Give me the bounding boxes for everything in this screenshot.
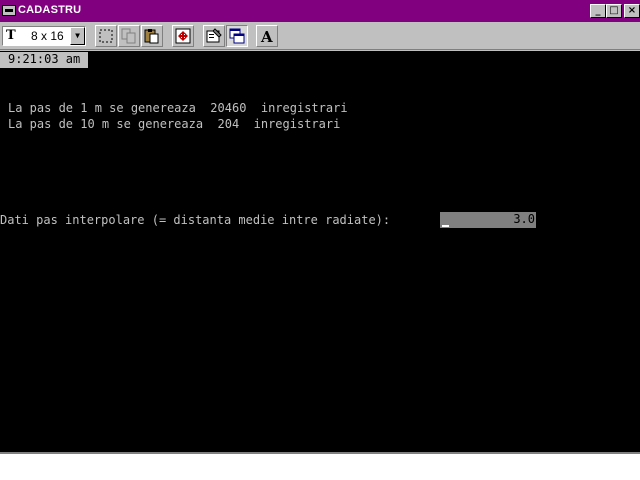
minimize-icon: _ bbox=[595, 5, 601, 16]
copy-icon bbox=[121, 28, 136, 44]
copy-button[interactable] bbox=[118, 25, 140, 47]
background-icon bbox=[229, 28, 245, 44]
minimize-button[interactable]: _ bbox=[590, 4, 606, 18]
font-button[interactable]: A bbox=[256, 25, 278, 47]
fullscreen-icon bbox=[175, 28, 191, 44]
clock-display: 9:21:03 am bbox=[0, 52, 88, 68]
font-size-select[interactable]: T 8 x 16 ▼ bbox=[2, 26, 86, 46]
title-bar[interactable]: CADASTRU _ □ × bbox=[0, 0, 640, 22]
msdos-window-icon[interactable] bbox=[2, 5, 16, 16]
output-line: La pas de 1 m se genereaza 20460 inregis… bbox=[8, 101, 348, 115]
chevron-down-icon[interactable]: ▼ bbox=[70, 27, 85, 45]
mark-button[interactable] bbox=[95, 25, 117, 47]
paste-button[interactable] bbox=[141, 25, 163, 47]
maximize-icon: □ bbox=[609, 5, 619, 16]
interpolation-prompt: Dati pas interpolare (= distanta medie i… bbox=[0, 213, 391, 227]
properties-button[interactable] bbox=[203, 25, 225, 47]
mark-icon bbox=[99, 29, 113, 43]
properties-icon bbox=[206, 28, 222, 43]
output-line: La pas de 10 m se genereaza 204 inregist… bbox=[8, 117, 341, 131]
svg-text:A: A bbox=[260, 28, 273, 44]
paste-icon bbox=[144, 29, 159, 44]
window-title: CADASTRU bbox=[18, 4, 82, 16]
truetype-icon: T bbox=[6, 28, 16, 43]
font-size-value: 8 x 16 bbox=[31, 29, 64, 43]
toolbar: T 8 x 16 ▼ A bbox=[0, 22, 640, 50]
status-bar bbox=[0, 452, 640, 480]
font-icon: A bbox=[260, 28, 273, 44]
close-button[interactable]: × bbox=[624, 4, 640, 18]
close-icon: × bbox=[627, 5, 637, 16]
background-button[interactable] bbox=[226, 25, 248, 47]
console-screen[interactable]: 9:21:03 am La pas de 1 m se genereaza 20… bbox=[0, 51, 640, 452]
fullscreen-button[interactable] bbox=[172, 25, 194, 47]
maximize-button[interactable]: □ bbox=[606, 4, 622, 18]
text-cursor bbox=[442, 225, 449, 227]
interpolation-step-input[interactable]: 3.0 bbox=[440, 212, 536, 228]
